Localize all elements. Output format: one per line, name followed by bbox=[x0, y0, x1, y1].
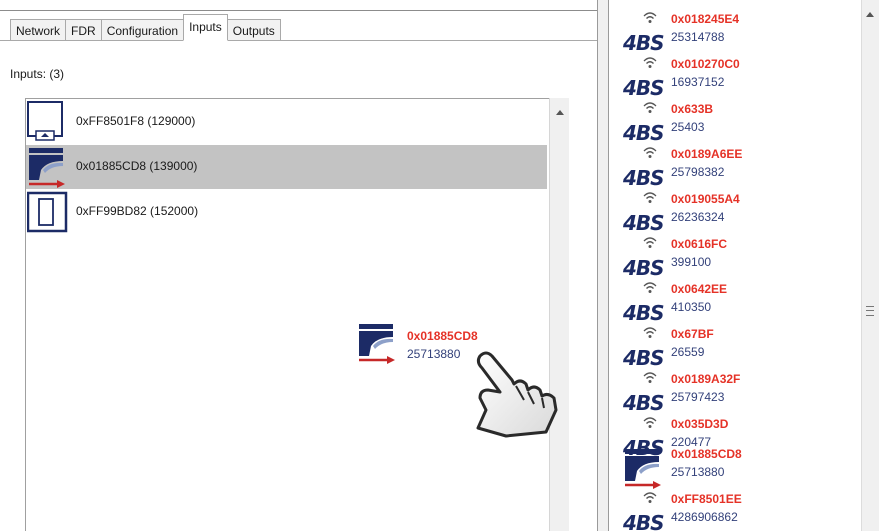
input-row-selected[interactable]: 0x01885CD8 (139000) bbox=[26, 145, 547, 189]
device-list-item[interactable]: 4BS 0x018245E4 25314788 bbox=[609, 11, 861, 56]
device-list-item[interactable]: 4BS 0x019055A4 26236324 bbox=[609, 191, 861, 236]
device-list-item[interactable]: 4BS 0x010270C0 16937152 bbox=[609, 56, 861, 101]
inputs-panel: Network FDR Configuration Inputs Outputs… bbox=[0, 0, 597, 531]
device-hex-id: 0xFF8501EE bbox=[671, 492, 742, 506]
input-label: 0xFF8501F8 (129000) bbox=[76, 114, 196, 128]
tab-inputs[interactable]: Inputs bbox=[183, 14, 228, 41]
device-hex-id: 0x035D3D bbox=[671, 417, 729, 431]
input-label: 0xFF99BD82 (152000) bbox=[76, 204, 199, 218]
device-number: 26236324 bbox=[671, 210, 725, 224]
wifi-signal-icon bbox=[643, 417, 657, 428]
device-hex-id: 0x67BF bbox=[671, 327, 714, 341]
device-number: 4286906862 bbox=[671, 510, 738, 524]
scroll-up-arrow-icon[interactable] bbox=[866, 12, 874, 17]
device-hex-id: 0x0616FC bbox=[671, 237, 728, 251]
input-row[interactable]: 0xFF99BD82 (152000) bbox=[26, 190, 547, 234]
device-list-item[interactable]: 4BS 0x0189A32F 25797423 bbox=[609, 371, 861, 416]
wifi-signal-icon bbox=[643, 372, 657, 383]
device-list-item[interactable]: 4BS 0x0642EE 410350 bbox=[609, 281, 861, 326]
wifi-signal-icon bbox=[643, 492, 657, 503]
4bs-logo: 4BS bbox=[623, 391, 665, 415]
device-hex-id: 0x633B bbox=[671, 102, 714, 116]
hand-pointer-icon bbox=[476, 351, 558, 438]
wifi-signal-icon bbox=[643, 327, 657, 338]
device-hex-id: 0x019055A4 bbox=[671, 192, 740, 206]
inputs-list-scrollbar[interactable] bbox=[549, 98, 569, 531]
inputs-count-label: Inputs: (3) bbox=[10, 67, 65, 81]
device-list-item[interactable]: 4BS 0x0189A6EE 25798382 bbox=[609, 146, 861, 191]
device-hex-id: 0x01885CD8 bbox=[671, 447, 742, 461]
device-number: 25713880 bbox=[671, 465, 725, 479]
scroll-up-arrow-icon[interactable] bbox=[556, 110, 564, 115]
panel-top-divider bbox=[0, 10, 597, 11]
blind-actuator-icon bbox=[625, 449, 661, 489]
device-number: 26559 bbox=[671, 345, 705, 359]
device-number: 25314788 bbox=[671, 30, 725, 44]
device-list-item[interactable]: 4BS 0x67BF 26559 bbox=[609, 326, 861, 371]
tab-network[interactable]: Network bbox=[10, 19, 66, 41]
device-number: 16937152 bbox=[671, 75, 725, 89]
device-hex-id: 0x0642EE bbox=[671, 282, 728, 296]
device-number: 25403 bbox=[671, 120, 705, 134]
single-switch-icon bbox=[27, 191, 68, 233]
4bs-logo: 4BS bbox=[623, 211, 665, 235]
wifi-signal-icon bbox=[643, 102, 657, 113]
device-list[interactable]: 4BS 0x018245E4 25314788 4BS 0x010270C0 1… bbox=[609, 0, 861, 531]
device-list-item[interactable]: 4BS 0x0616FC 399100 bbox=[609, 236, 861, 281]
device-hex-id: 0x0189A32F bbox=[671, 372, 741, 386]
input-label: 0x01885CD8 (139000) bbox=[76, 159, 198, 173]
panel-splitter[interactable] bbox=[597, 0, 609, 531]
wifi-signal-icon bbox=[643, 192, 657, 203]
splitter-line bbox=[597, 0, 598, 531]
tab-outputs[interactable]: Outputs bbox=[226, 19, 281, 41]
blind-actuator-icon bbox=[359, 324, 395, 364]
tab-configuration[interactable]: Configuration bbox=[100, 19, 184, 41]
4bs-logo: 4BS bbox=[623, 511, 665, 531]
blind-actuator-icon bbox=[29, 148, 65, 188]
4bs-logo: 4BS bbox=[623, 256, 665, 280]
device-number: 399100 bbox=[671, 255, 712, 269]
4bs-logo: 4BS bbox=[623, 121, 665, 145]
4bs-logo: 4BS bbox=[623, 166, 665, 190]
wifi-signal-icon bbox=[643, 12, 657, 23]
device-list-item[interactable]: 4BS 0x633B 25403 bbox=[609, 101, 861, 146]
device-number: 410350 bbox=[671, 300, 712, 314]
device-number: 25798382 bbox=[671, 165, 725, 179]
keypad-device-icon bbox=[27, 101, 63, 141]
device-number: 25797423 bbox=[671, 390, 725, 404]
scroll-grip-icon[interactable] bbox=[866, 306, 874, 316]
wifi-signal-icon bbox=[643, 237, 657, 248]
4bs-logo: 4BS bbox=[623, 76, 665, 100]
device-hex-id: 0x010270C0 bbox=[671, 57, 740, 71]
wifi-signal-icon bbox=[643, 147, 657, 158]
device-hex-id: 0x0189A6EE bbox=[671, 147, 743, 161]
tab-fdr[interactable]: FDR bbox=[65, 19, 101, 41]
device-list-item[interactable]: 0x01885CD8 25713880 bbox=[609, 446, 861, 491]
wifi-signal-icon bbox=[643, 282, 657, 293]
device-hex-id: 0x018245E4 bbox=[671, 12, 740, 26]
input-row[interactable]: 0xFF8501F8 (129000) bbox=[26, 100, 547, 144]
device-list-scrollbar[interactable] bbox=[861, 0, 879, 531]
wifi-signal-icon bbox=[643, 57, 657, 68]
4bs-logo: 4BS bbox=[623, 346, 665, 370]
4bs-logo: 4BS bbox=[623, 301, 665, 325]
tab-bar: Network FDR Configuration Inputs Outputs bbox=[10, 14, 281, 41]
device-list-item[interactable]: 4BS 0xFF8501EE 4286906862 bbox=[609, 491, 861, 531]
drag-preview-number: 25713880 bbox=[407, 347, 461, 361]
4bs-logo: 4BS bbox=[623, 31, 665, 55]
